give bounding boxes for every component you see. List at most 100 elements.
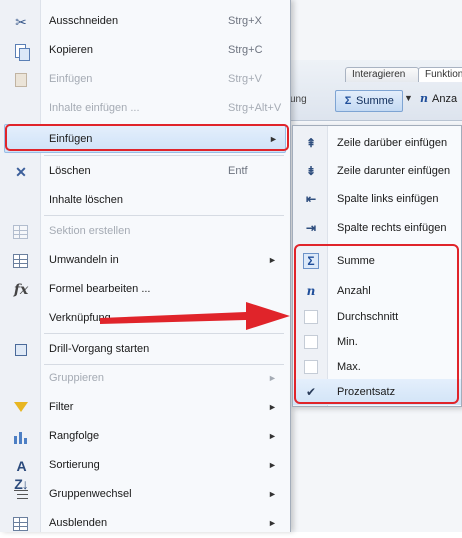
submenu-arrow-icon: ► xyxy=(268,489,277,499)
menu-item-label: Umwandeln in xyxy=(49,254,119,266)
menu-item-label: Einfügen xyxy=(49,73,93,85)
menu-item-label: Gruppieren xyxy=(49,372,105,384)
menu-item-einfuegen-paste: Einfügen Strg+V xyxy=(0,65,290,94)
menu-item-label: Ausschneiden xyxy=(49,15,119,27)
menu-item-label: Löschen xyxy=(49,165,91,177)
context-menu: ✂ Ausschneiden Strg+X Kopieren Strg+C Ei… xyxy=(0,0,291,532)
submenu-arrow-icon: ► xyxy=(268,313,277,323)
paste-icon xyxy=(12,71,30,89)
submenu-arrow-icon: ► xyxy=(268,402,277,412)
menu-item-label: Drill-Vorgang starten xyxy=(49,343,150,355)
blank-icon xyxy=(302,358,320,376)
blank-icon xyxy=(302,308,320,326)
menu-item-umwandeln-in[interactable]: Umwandeln in ► xyxy=(0,246,290,275)
menu-item-loeschen[interactable]: ✕ Löschen Entf xyxy=(0,157,290,186)
menu-item-label: Formel bearbeiten ... xyxy=(49,283,151,295)
submenu-item-prozentsatz[interactable]: ✔ Prozentsatz xyxy=(293,379,461,405)
submenu-item-label: Zeile darunter einfügen xyxy=(337,165,451,177)
insert-column-left-icon: ⇤ xyxy=(305,192,317,206)
menu-item-drill-vorgang[interactable]: Drill-Vorgang starten xyxy=(0,335,290,364)
submenu-arrow-icon: ► xyxy=(268,373,277,383)
menu-item-shortcut: Strg+V xyxy=(228,73,262,85)
submenu-item-zeile-darueber[interactable]: ⇞ Zeile darüber einfügen xyxy=(293,130,461,156)
submenu-item-label: Spalte rechts einfügen xyxy=(337,222,447,234)
submenu-item-spalte-links[interactable]: ⇤ Spalte links einfügen xyxy=(293,186,461,212)
count-icon: n xyxy=(420,92,428,105)
submenu-item-min[interactable]: Min. xyxy=(293,329,461,355)
submenu-item-label: Min. xyxy=(337,336,358,348)
submenu-item-label: Spalte links einfügen xyxy=(337,193,439,205)
submenu-arrow-icon: ► xyxy=(268,518,277,528)
ranking-icon xyxy=(12,428,30,446)
sum-icon: Σ xyxy=(302,252,320,270)
menu-item-einfuegen-submenu[interactable]: Einfügen ► xyxy=(4,124,286,153)
summe-dropdown-icon[interactable]: ▼ xyxy=(404,93,413,103)
menu-item-verknuepfung[interactable]: Verknüpfung ► xyxy=(0,304,290,333)
menu-item-label: Gruppenwechsel xyxy=(49,488,132,500)
check-icon: ✔ xyxy=(305,385,317,399)
menu-item-kopieren[interactable]: Kopieren Strg+C xyxy=(0,36,290,65)
menu-item-filter[interactable]: Filter ► xyxy=(0,393,290,422)
anzahl-toolbar-button[interactable]: n Anza xyxy=(420,92,457,105)
menu-item-label: Ausblenden xyxy=(49,517,108,529)
submenu-item-label: Max. xyxy=(337,361,361,373)
menu-item-label: Inhalte löschen xyxy=(49,194,123,206)
insert-row-below-icon: ⇟ xyxy=(305,164,317,178)
einfuegen-submenu: ⇞ Zeile darüber einfügen ⇟ Zeile darunte… xyxy=(292,125,462,407)
menu-item-gruppieren: Gruppieren ► xyxy=(0,364,290,393)
menu-item-sortierung[interactable]: A Z↓ Sortierung ► xyxy=(0,451,290,492)
summe-toolbar-label: Summe xyxy=(356,95,394,107)
menu-separator xyxy=(44,155,284,156)
scissors-icon: ✂ xyxy=(15,14,27,30)
background-partial-label: ung xyxy=(290,94,307,105)
menu-item-sektion-erstellen: Sektion erstellen xyxy=(0,217,290,246)
summe-toolbar-button[interactable]: Σ Summe xyxy=(335,90,403,112)
submenu-item-label: Summe xyxy=(337,255,375,267)
menu-item-label: Verknüpfung xyxy=(49,312,111,324)
tab-funktionen[interactable]: Funktion xyxy=(418,67,462,82)
menu-item-shortcut: Strg+C xyxy=(228,44,263,56)
delete-icon: ✕ xyxy=(15,164,27,180)
submenu-item-label: Anzahl xyxy=(337,285,371,297)
submenu-item-spalte-rechts[interactable]: ⇥ Spalte rechts einfügen xyxy=(293,215,461,241)
menu-item-label: Einfügen xyxy=(49,133,93,145)
submenu-item-label: Prozentsatz xyxy=(337,386,396,398)
menu-item-label: Sortierung xyxy=(49,459,100,471)
submenu-item-max[interactable]: Max. xyxy=(293,354,461,380)
menu-item-ausblenden[interactable]: Ausblenden ► xyxy=(0,509,290,538)
sort-icon: A Z↓ xyxy=(14,458,29,492)
submenu-item-anzahl[interactable]: n Anzahl xyxy=(293,278,461,304)
menu-item-inhalte-loeschen[interactable]: Inhalte löschen xyxy=(0,186,290,215)
submenu-arrow-icon: ► xyxy=(268,431,277,441)
menu-item-shortcut: Strg+Alt+V xyxy=(228,102,282,114)
menu-item-label: Sektion erstellen xyxy=(49,225,131,237)
menu-item-shortcut: Strg+X xyxy=(228,15,262,27)
menu-item-gruppenwechsel[interactable]: Gruppenwechsel ► xyxy=(0,480,290,509)
menu-separator xyxy=(44,333,284,334)
menu-item-rangfolge[interactable]: Rangfolge ► xyxy=(0,422,290,451)
count-icon: n xyxy=(306,284,316,298)
menu-item-inhalte-einfuegen: Inhalte einfügen ... Strg+Alt+V xyxy=(0,94,290,123)
drill-icon xyxy=(12,341,30,359)
submenu-item-summe[interactable]: Σ Summe xyxy=(293,248,461,274)
break-icon xyxy=(12,486,30,504)
menu-item-ausschneiden[interactable]: ✂ Ausschneiden Strg+X xyxy=(0,7,290,36)
tab-interagieren[interactable]: Interagieren xyxy=(345,67,419,82)
insert-row-above-icon: ⇞ xyxy=(305,136,317,150)
menu-item-label: Inhalte einfügen ... xyxy=(49,102,140,114)
convert-icon xyxy=(12,252,30,270)
submenu-item-zeile-darunter[interactable]: ⇟ Zeile darunter einfügen xyxy=(293,158,461,184)
menu-item-formel-bearbeiten[interactable]: fx Formel bearbeiten ... xyxy=(0,275,290,304)
menu-item-label: Rangfolge xyxy=(49,430,100,442)
submenu-item-durchschnitt[interactable]: Durchschnitt xyxy=(293,304,461,330)
submenu-arrow-icon: ► xyxy=(268,460,277,470)
submenu-arrow-icon: ► xyxy=(269,134,278,144)
blank-icon xyxy=(302,333,320,351)
sum-icon: Σ xyxy=(344,95,352,107)
hide-icon xyxy=(12,515,30,533)
menu-item-label: Kopieren xyxy=(49,44,94,56)
formula-icon: fx xyxy=(13,282,29,298)
menu-item-shortcut: Entf xyxy=(228,165,248,177)
submenu-item-label: Zeile darüber einfügen xyxy=(337,137,448,149)
submenu-item-label: Durchschnitt xyxy=(337,311,399,323)
